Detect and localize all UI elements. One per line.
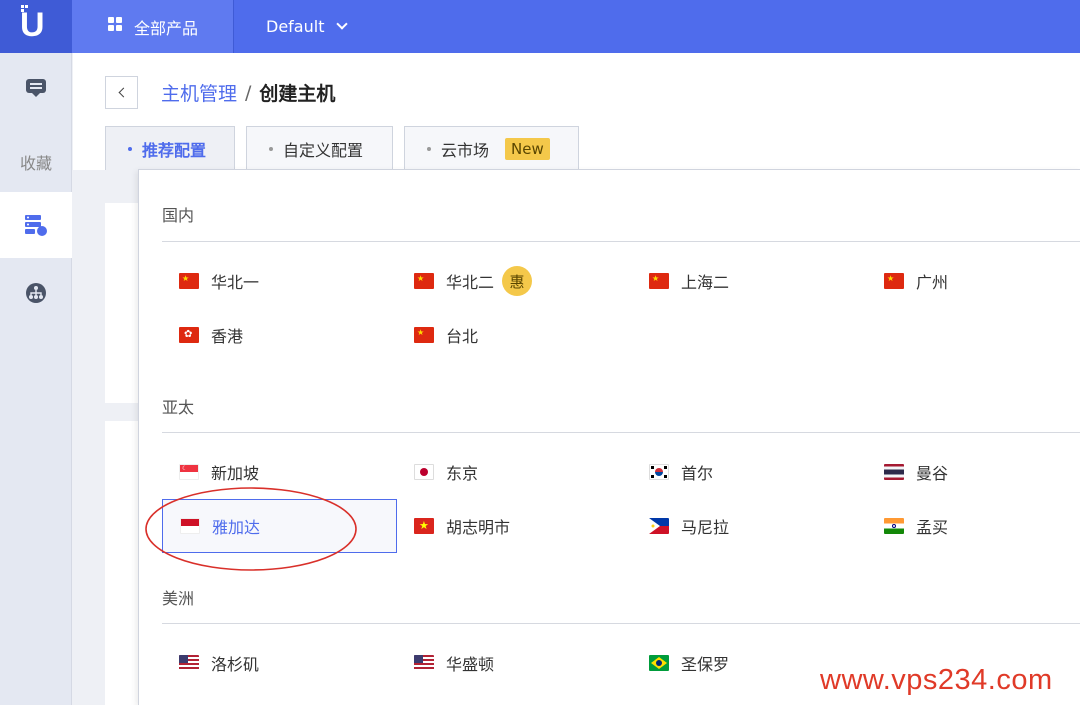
- flag-cn-icon: ★: [649, 273, 669, 289]
- tab-label: 云市场: [441, 140, 490, 160]
- flag-cn-icon: ★: [414, 327, 434, 343]
- tab-label: 推荐配置: [142, 140, 207, 160]
- region-name: 马尼拉: [681, 518, 730, 537]
- breadcrumb-host-management[interactable]: 主机管理: [161, 79, 237, 106]
- region-option[interactable]: ★ 上海二: [632, 254, 867, 308]
- region-name: 新加坡: [211, 464, 260, 483]
- region-name: 曼谷: [916, 464, 949, 483]
- region-name: 华盛顿: [446, 655, 495, 674]
- divider: [162, 241, 1080, 242]
- flag-us-icon: [179, 655, 199, 671]
- region-option-selected[interactable]: 雅加达: [162, 499, 397, 553]
- region-option[interactable]: ✿ 香港: [162, 308, 397, 362]
- region-name: 孟买: [916, 518, 949, 537]
- tab-dot-icon: [427, 146, 431, 151]
- tab-label: 自定义配置: [283, 140, 364, 160]
- chevron-down-icon: [336, 18, 349, 30]
- region-name: 上海二: [681, 273, 730, 292]
- flag-sg-icon: ☾: [179, 464, 199, 480]
- flag-hk-icon: ✿: [179, 327, 199, 343]
- flag-in-icon: [884, 518, 904, 534]
- flag-jp-icon: [414, 464, 434, 480]
- tab-recommended[interactable]: 推荐配置: [105, 126, 235, 170]
- chevron-left-icon: [118, 87, 128, 98]
- discount-badge: 惠: [502, 266, 533, 296]
- region-option[interactable]: 华盛顿: [397, 636, 632, 690]
- sidebar-item-network[interactable]: [0, 260, 72, 326]
- flag-th-icon: [884, 464, 904, 480]
- tab-marketplace[interactable]: 云市场 New: [404, 126, 579, 170]
- watermark: www.vps234.com: [820, 664, 1053, 696]
- flag-kr-icon: [649, 464, 669, 480]
- tab-custom[interactable]: 自定义配置: [246, 126, 393, 170]
- sidebar: 收藏: [0, 53, 72, 705]
- sidebar-item-hosts[interactable]: [0, 192, 72, 258]
- new-badge: New: [505, 137, 550, 160]
- tab-dot-icon: [128, 146, 132, 151]
- divider: [162, 623, 1080, 624]
- tab-dot-icon: [269, 146, 273, 151]
- page-title: 创建主机: [259, 83, 336, 105]
- flag-vn-icon: ★: [414, 518, 434, 534]
- region-option[interactable]: ★ 华北二 惠: [397, 254, 632, 308]
- top-bar: U 全部产品 Default: [0, 0, 1080, 53]
- breadcrumb-separator: /: [245, 81, 252, 104]
- region-name: 东京: [446, 464, 479, 483]
- message-icon: [26, 79, 46, 97]
- sidebar-item-favorites[interactable]: 收藏: [0, 150, 72, 174]
- flag-cn-icon: ★: [414, 273, 434, 289]
- group-title-domestic: 国内: [162, 206, 195, 225]
- back-button[interactable]: [105, 76, 138, 109]
- region-option[interactable]: 马尼拉: [632, 499, 867, 553]
- region-option[interactable]: ★ 广州: [867, 254, 1080, 308]
- logo-letter: U: [20, 6, 45, 44]
- project-label: Default: [266, 17, 325, 36]
- group-title-americas: 美洲: [162, 589, 195, 608]
- region-name: 华北一: [211, 273, 260, 292]
- sidebar-item-messages[interactable]: [0, 55, 72, 121]
- region-option[interactable]: 孟买: [867, 499, 1080, 553]
- region-name: 胡志明市: [446, 518, 511, 537]
- region-name: 香港: [211, 327, 244, 346]
- region-option[interactable]: 曼谷: [867, 445, 1080, 499]
- flag-us-icon: [414, 655, 434, 671]
- flag-cn-icon: ★: [884, 273, 904, 289]
- flag-id-icon: [180, 518, 200, 534]
- grid-icon: [108, 17, 122, 31]
- region-name: 台北: [446, 327, 479, 346]
- flag-cn-icon: ★: [179, 273, 199, 289]
- page-header: 主机管理 / 创建主机 推荐配置 自定义配置 云市场 New: [73, 53, 1080, 170]
- region-name: 首尔: [681, 464, 714, 483]
- all-products-label: 全部产品: [134, 18, 199, 38]
- flag-ph-icon: [649, 518, 669, 534]
- region-option[interactable]: ★ 华北一: [162, 254, 397, 308]
- all-products-button[interactable]: 全部产品: [72, 0, 234, 53]
- host-icon: [25, 215, 47, 236]
- region-option[interactable]: ★ 胡志明市: [397, 499, 632, 553]
- region-option[interactable]: ★ 台北: [397, 308, 632, 362]
- region-name: 洛杉矶: [211, 655, 260, 674]
- region-name: 广州: [916, 273, 949, 292]
- logo[interactable]: U: [0, 0, 72, 53]
- breadcrumb: 主机管理 / 创建主机: [161, 79, 335, 106]
- project-selector[interactable]: Default: [266, 0, 349, 53]
- region-name: 雅加达: [212, 518, 261, 537]
- network-icon: [26, 283, 46, 303]
- divider: [162, 432, 1080, 433]
- flag-br-icon: [649, 655, 669, 671]
- region-panel: 国内 ★ 华北一 ★ 华北二 惠 ★ 上海二 ★ 广州 ✿ 香港 ★ 台北 亚太…: [138, 169, 1080, 705]
- region-option[interactable]: 东京: [397, 445, 632, 499]
- group-title-asia-pacific: 亚太: [162, 398, 195, 417]
- region-option[interactable]: 首尔: [632, 445, 867, 499]
- region-name: 圣保罗: [681, 655, 730, 674]
- region-option[interactable]: 洛杉矶: [162, 636, 397, 690]
- region-option[interactable]: ☾ 新加坡: [162, 445, 397, 499]
- region-name: 华北二: [446, 273, 495, 292]
